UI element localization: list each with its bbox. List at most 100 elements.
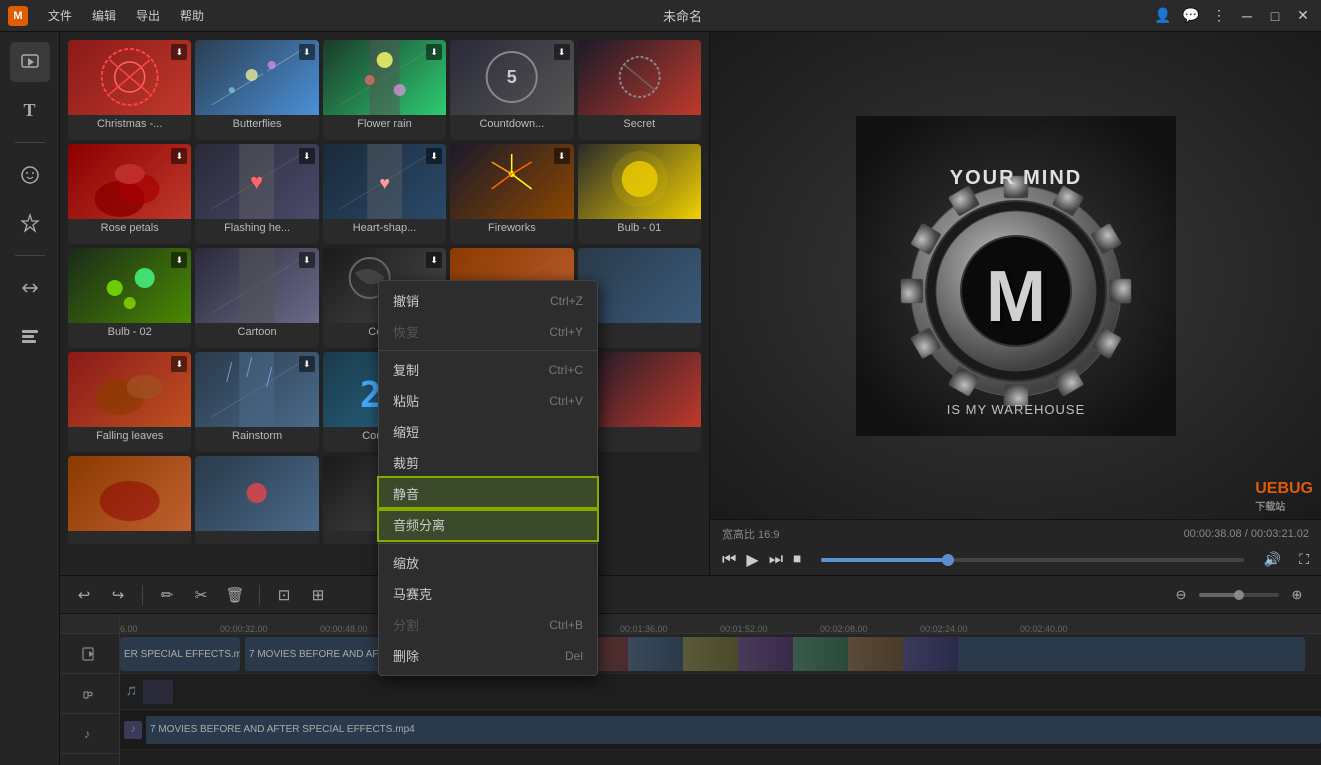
video-clip-2-thumbs: [518, 637, 1305, 671]
download-icon-flowerrain[interactable]: ⬇: [426, 44, 442, 60]
edit-button[interactable]: ✏: [153, 581, 181, 609]
close-button[interactable]: ✕: [1293, 6, 1313, 26]
minimize-button[interactable]: ─: [1237, 6, 1257, 26]
effect-item-heartshap[interactable]: ⬇ ♥ Heart-shap...: [323, 144, 446, 244]
download-icon-rainstorm[interactable]: ⬇: [299, 356, 315, 372]
video-clip-1[interactable]: ER SPECIAL EFFECTS.mp4: [120, 637, 240, 671]
zoom-out-button[interactable]: ⊖: [1167, 581, 1195, 609]
ctx-copy[interactable]: 复制 Ctrl+C: [379, 354, 597, 385]
menu-file[interactable]: 文件: [40, 5, 80, 26]
svg-text:♥: ♥: [251, 169, 264, 194]
effect-item-cartoon[interactable]: ⬇ Cartoon: [195, 248, 318, 348]
stop-button[interactable]: ⏹: [793, 551, 801, 569]
forward-button[interactable]: ⏭: [769, 551, 783, 569]
ctx-undo[interactable]: 撤销 Ctrl+Z: [379, 285, 597, 316]
effect-item-butterflies[interactable]: ⬇ Butterflies: [195, 40, 318, 140]
timeline-tool-button[interactable]: [10, 316, 50, 356]
left-toolbar: T: [0, 32, 60, 765]
menu-help[interactable]: 帮助: [172, 5, 212, 26]
effect-item-fireworks[interactable]: ⬇ Fireworks: [450, 144, 573, 244]
user-icon[interactable]: 👤: [1153, 6, 1173, 26]
redo-button[interactable]: ↪: [104, 581, 132, 609]
effect-item-rainstorm[interactable]: ⬇ Rainstorm: [195, 352, 318, 452]
music-clip[interactable]: 7 MOVIES BEFORE AND AFTER SPECIAL EFFECT…: [146, 716, 1321, 744]
effects-tool-button[interactable]: [10, 203, 50, 243]
preview-progress-track[interactable]: [821, 558, 1244, 562]
chat-icon[interactable]: 💬: [1181, 6, 1201, 26]
menu-edit[interactable]: 编辑: [84, 5, 124, 26]
play-button[interactable]: ▶: [746, 550, 758, 570]
download-icon-cartoon[interactable]: ⬇: [299, 252, 315, 268]
effect-item-rosepetals[interactable]: ⬇ Rose petals: [68, 144, 191, 244]
effect-item-christmas[interactable]: ⬇ Christmas -...: [68, 40, 191, 140]
ctx-mosaic[interactable]: 马赛克: [379, 578, 597, 609]
effect-item-r7[interactable]: [68, 456, 191, 544]
svg-text:YOUR MIND: YOUR MIND: [949, 167, 1081, 189]
volume-button[interactable]: 🔊: [1264, 551, 1281, 568]
download-icon-fireworks[interactable]: ⬇: [554, 148, 570, 164]
effect-item-flowerrain[interactable]: ⬇ Flower rain: [323, 40, 446, 140]
effect-label-rosepetals: Rose petals: [68, 219, 191, 237]
zoom-knob[interactable]: [1234, 590, 1244, 600]
effect-item-flashinghe[interactable]: ⬇ ♥ Flashing he...: [195, 144, 318, 244]
crop-button[interactable]: ⊡: [270, 581, 298, 609]
download-icon-countdown[interactable]: ⬇: [554, 44, 570, 60]
ctx-redo-shortcut: Ctrl+Y: [549, 325, 583, 339]
ctx-shorten[interactable]: 缩短: [379, 416, 597, 447]
effect-item-fallingleaves[interactable]: ⬇ Falling leaves: [68, 352, 191, 452]
watermark-subtext: 下载站: [1255, 502, 1285, 513]
ctx-split: 分割 Ctrl+B: [379, 609, 597, 640]
effect-thumb-bulb02: ⬇: [68, 248, 191, 323]
download-icon-bulb02[interactable]: ⬇: [171, 252, 187, 268]
zoom-in-button[interactable]: ⊕: [1283, 581, 1311, 609]
maximize-button[interactable]: □: [1265, 6, 1285, 26]
fullscreen-button[interactable]: ⛶: [1299, 551, 1309, 568]
download-icon-heartshap[interactable]: ⬇: [426, 148, 442, 164]
text-tool-button[interactable]: T: [10, 90, 50, 130]
download-icon-butterflies[interactable]: ⬇: [299, 44, 315, 60]
download-icon-rosepetals[interactable]: ⬇: [171, 148, 187, 164]
effect-item-r8[interactable]: [195, 456, 318, 544]
effect-item-bulb02[interactable]: ⬇ Bulb - 02: [68, 248, 191, 348]
ctx-mute[interactable]: 静音: [379, 478, 597, 509]
video-track-label: [60, 634, 119, 674]
ctx-audiosep[interactable]: 音频分离: [379, 509, 597, 540]
transform-button[interactable]: ⊞: [304, 581, 332, 609]
context-menu[interactable]: 撤销 Ctrl+Z 恢复 Ctrl+Y 复制 Ctrl+C 粘贴 Ctrl+V …: [378, 280, 598, 676]
music-track-icon-mini: ♪: [124, 721, 142, 739]
download-icon-fallingleaves[interactable]: ⬇: [171, 356, 187, 372]
ctx-trim[interactable]: 裁剪: [379, 447, 597, 478]
ctx-delete[interactable]: 删除 Del: [379, 640, 597, 671]
menu-export[interactable]: 导出: [128, 5, 168, 26]
preview-progress-knob[interactable]: [942, 554, 954, 566]
download-icon-flashinghe[interactable]: ⬇: [299, 148, 315, 164]
zoom-track[interactable]: [1199, 593, 1279, 597]
video-track-icon: [82, 646, 98, 662]
ctx-scale[interactable]: 缩放: [379, 547, 597, 578]
app-logo: M: [8, 6, 28, 26]
effect-item-bulb01[interactable]: Bulb - 01: [578, 144, 701, 244]
cut-button[interactable]: ✂: [187, 581, 215, 609]
effect-thumb-bulb01: [578, 144, 701, 219]
download-icon-confetti[interactable]: ⬇: [426, 252, 442, 268]
ruler-mark-7: 00:02:08.00: [820, 624, 868, 634]
transition-tool-button[interactable]: [10, 268, 50, 308]
more-icon[interactable]: ⋮: [1209, 6, 1229, 26]
effect-thumb-christmas: ⬇: [68, 40, 191, 115]
sticker-tool-button[interactable]: [10, 155, 50, 195]
effect-item-secret[interactable]: Secret: [578, 40, 701, 140]
effect-label-flashinghe: Flashing he...: [195, 219, 318, 237]
media-tool-button[interactable]: [10, 42, 50, 82]
rewind-button[interactable]: ⏮: [722, 551, 736, 569]
effect-thumb-secret: [578, 40, 701, 115]
delete-button[interactable]: 🗑: [221, 581, 249, 609]
top-area: ⬇ Christmas -... ⬇ Butterflies: [60, 32, 1321, 575]
download-icon-christmas[interactable]: ⬇: [171, 44, 187, 60]
ctx-paste[interactable]: 粘贴 Ctrl+V: [379, 385, 597, 416]
effect-item-countdown[interactable]: ⬇ 5 Countdown...: [450, 40, 573, 140]
preview-total-time: 00:03:21.02: [1251, 528, 1309, 540]
ctx-delete-label: 删除: [393, 646, 419, 665]
undo-button[interactable]: ↩: [70, 581, 98, 609]
timeline-icon: [19, 325, 41, 347]
ctx-split-label: 分割: [393, 615, 419, 634]
